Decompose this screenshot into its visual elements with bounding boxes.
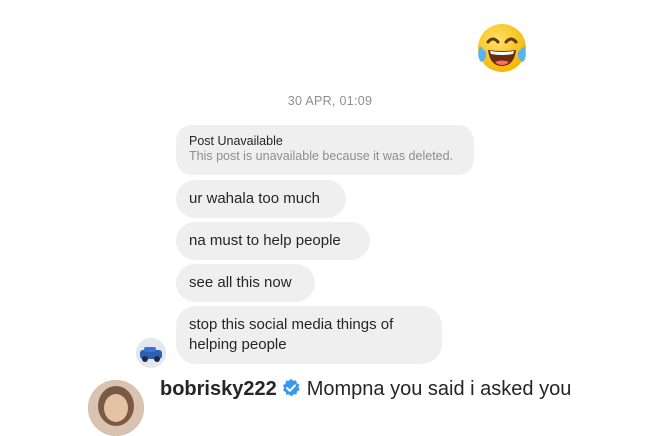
post-card-title: Post Unavailable (189, 134, 283, 148)
message-bubble[interactable]: na must to help people (176, 222, 370, 260)
commenter-avatar[interactable] (88, 380, 144, 436)
verified-badge-icon (282, 378, 300, 397)
sender-avatar-image (136, 338, 166, 368)
message-bubble[interactable]: stop this social media things of helping… (176, 306, 442, 364)
post-unavailable-card[interactable]: Post Unavailable This post is unavailabl… (176, 125, 474, 175)
comment-text: Mompna you said i asked you (306, 378, 572, 400)
comment-username[interactable]: bobrisky222 (160, 378, 277, 400)
message-bubble[interactable]: see all this now (176, 264, 315, 302)
message-bubble[interactable]: ur wahala too much (176, 180, 346, 218)
commenter-avatar-image (88, 380, 144, 436)
tears-of-joy-emoji-icon (478, 24, 526, 72)
sender-avatar[interactable] (136, 338, 166, 368)
sent-emoji-message[interactable] (476, 22, 528, 74)
post-card-subtitle: This post is unavailable because it was … (189, 149, 454, 163)
message-timestamp: 30 APR, 01:09 (287, 94, 373, 108)
